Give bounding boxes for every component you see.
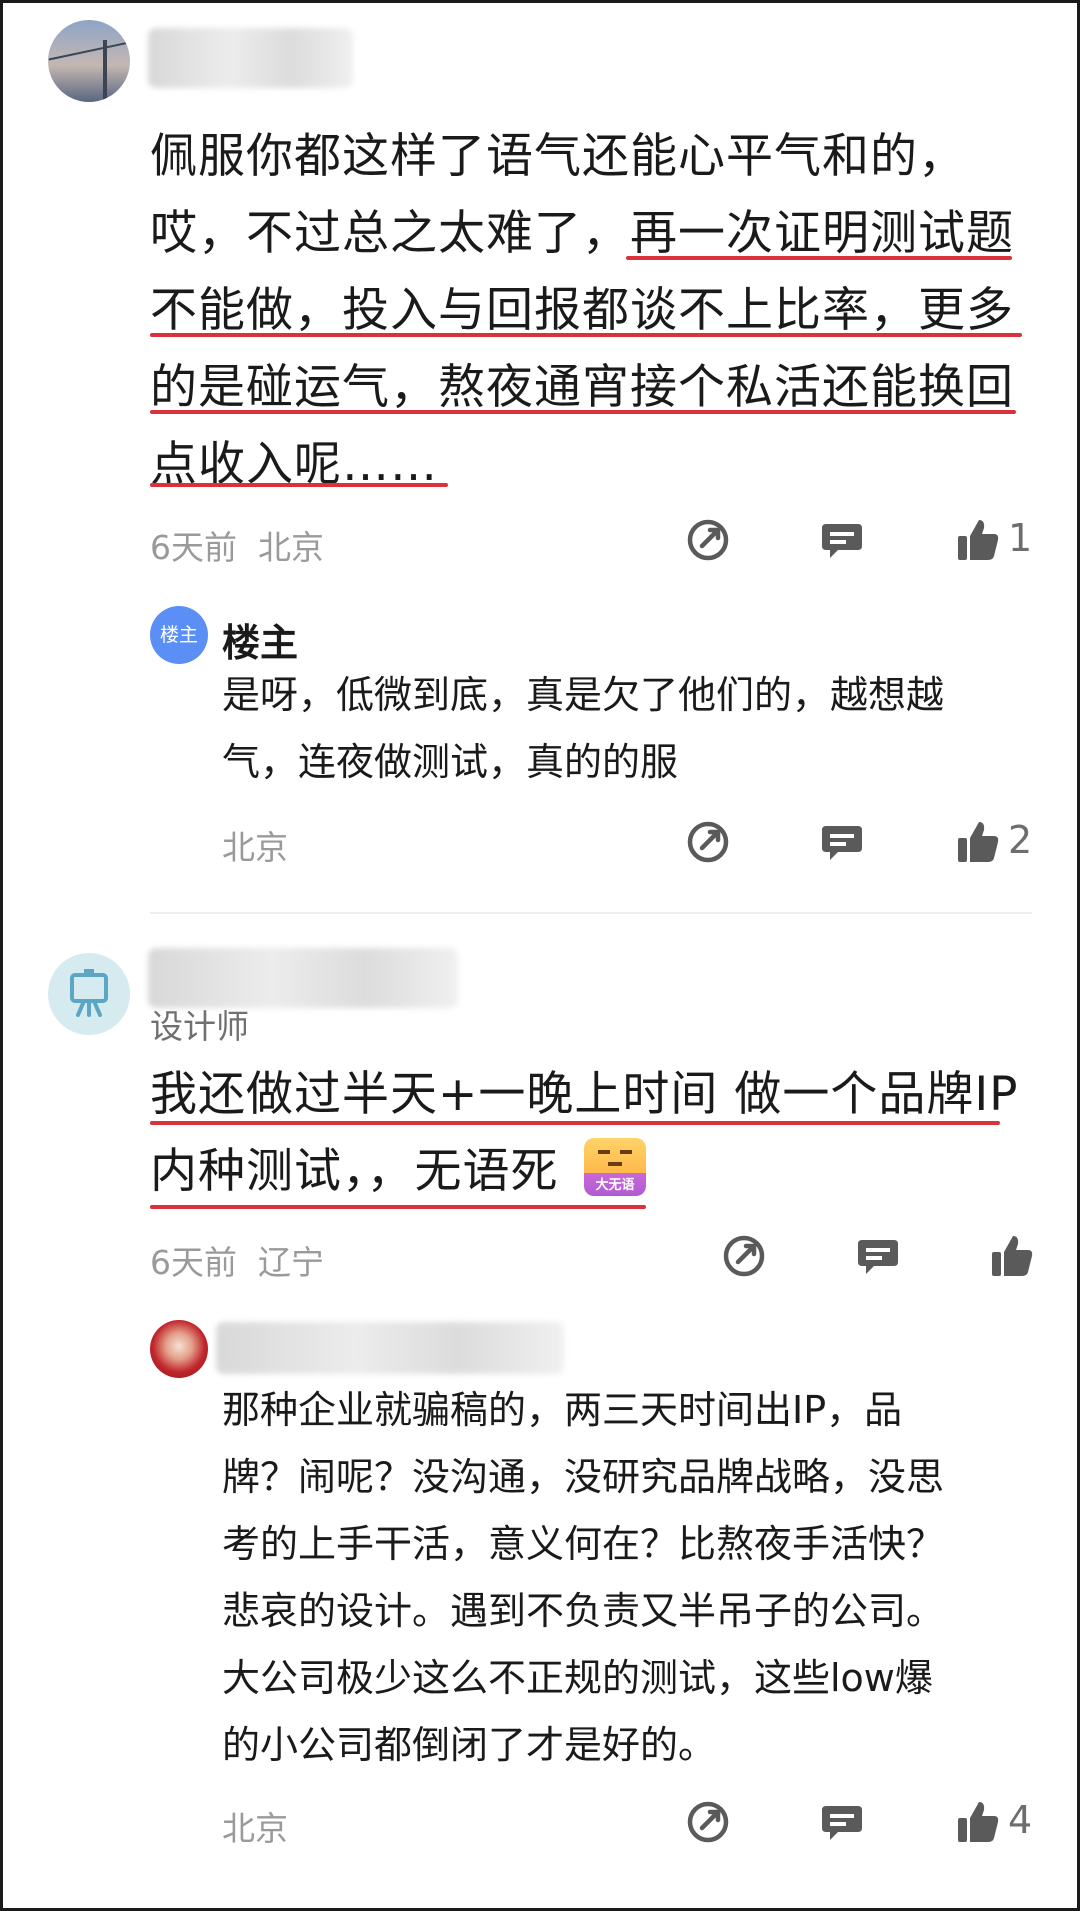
avatar[interactable]	[48, 20, 130, 102]
like-count: 4	[1008, 1798, 1033, 1842]
avatar[interactable]	[150, 1320, 208, 1378]
reply-location: 北京	[222, 828, 288, 867]
share-icon[interactable]	[684, 1798, 732, 1846]
reply-icon[interactable]	[818, 818, 866, 866]
highlight-underline	[150, 1121, 1000, 1125]
reply-icon[interactable]	[818, 516, 866, 564]
user-role: 设计师	[150, 1007, 249, 1046]
thumbs-up-icon[interactable]	[988, 1232, 1036, 1280]
highlight-underline	[150, 1205, 646, 1209]
comment-text: 佩服你都这样了语气还能心平气和的， 哎，不过总之太难了，再一次证明测试题 不能做…	[150, 129, 1014, 492]
comment-location: 辽宁	[258, 1243, 324, 1282]
reply-icon[interactable]	[818, 1798, 866, 1846]
reply-text: 那种企业就骗稿的，两三天时间出IP，品 牌？闹呢？没沟通，没研究品牌战略，没思 …	[222, 1388, 945, 1767]
share-icon[interactable]	[684, 516, 732, 564]
highlight-underline	[150, 410, 1016, 414]
reply-text: 是呀，低微到底，真是欠了他们的，越想越 气，连夜做测试，真的的服	[222, 673, 945, 784]
comment-time: 6天前	[150, 1243, 237, 1282]
comment-location: 北京	[258, 528, 324, 567]
username-blurred[interactable]	[148, 28, 353, 88]
comment-time: 6天前	[150, 528, 237, 567]
highlight-underline	[626, 256, 1012, 260]
op-badge-avatar[interactable]: 楼主	[150, 606, 208, 664]
reply-author[interactable]: 楼主	[222, 612, 298, 667]
share-icon[interactable]	[684, 818, 732, 866]
highlight-underline	[150, 483, 448, 487]
username-blurred[interactable]	[148, 948, 458, 1008]
share-icon[interactable]	[720, 1232, 768, 1280]
username-blurred[interactable]	[216, 1322, 564, 1374]
like-count: 1	[1008, 516, 1033, 560]
avatar[interactable]	[48, 953, 130, 1035]
highlight-underline	[150, 333, 1022, 337]
comment-divider	[150, 912, 1032, 914]
reply-location: 北京	[222, 1809, 288, 1848]
reply-icon[interactable]	[854, 1232, 902, 1280]
thumbs-up-icon[interactable]	[954, 516, 1002, 564]
thumbs-up-icon[interactable]	[954, 818, 1002, 866]
like-count: 2	[1008, 818, 1033, 862]
thumbs-up-icon[interactable]	[954, 1798, 1002, 1846]
emoji-sticker: 大无语	[584, 1138, 646, 1196]
op-badge-label: 楼主	[159, 624, 198, 646]
emoji-label: 大无语	[595, 1178, 635, 1193]
easel-icon	[70, 969, 108, 1017]
